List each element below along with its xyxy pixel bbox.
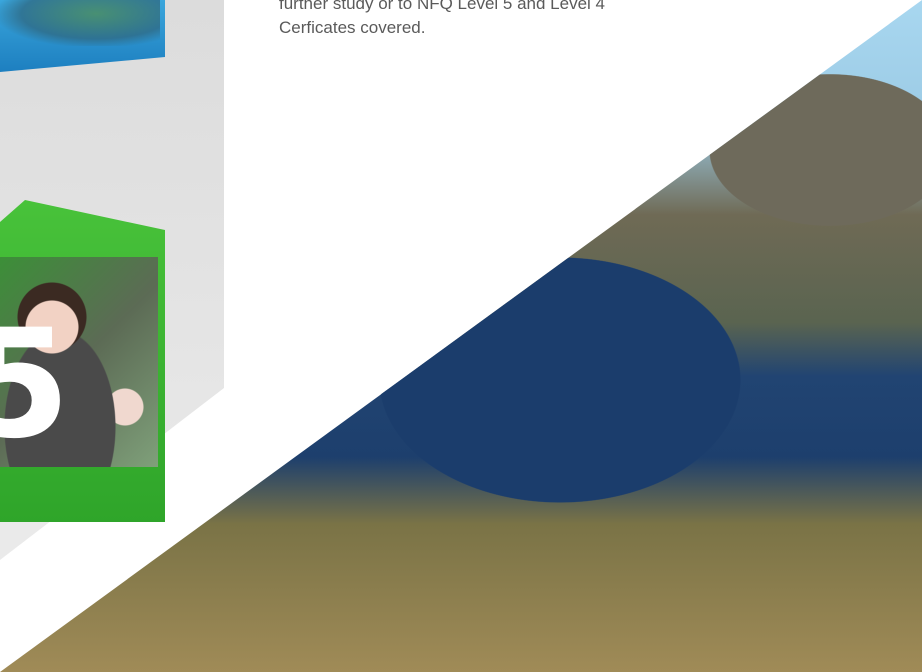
blue-tile-thumbnail	[0, 0, 160, 46]
intro-paragraph: further study or to NFQ Level 5 and Leve…	[279, 0, 839, 40]
intro-line-1: further study or to NFQ Level 5 and Leve…	[279, 0, 606, 13]
green-course-tile[interactable]: 5	[0, 200, 165, 522]
number-five-glyph: 5	[0, 298, 71, 472]
intro-line-2: Cerficates covered.	[279, 18, 426, 37]
